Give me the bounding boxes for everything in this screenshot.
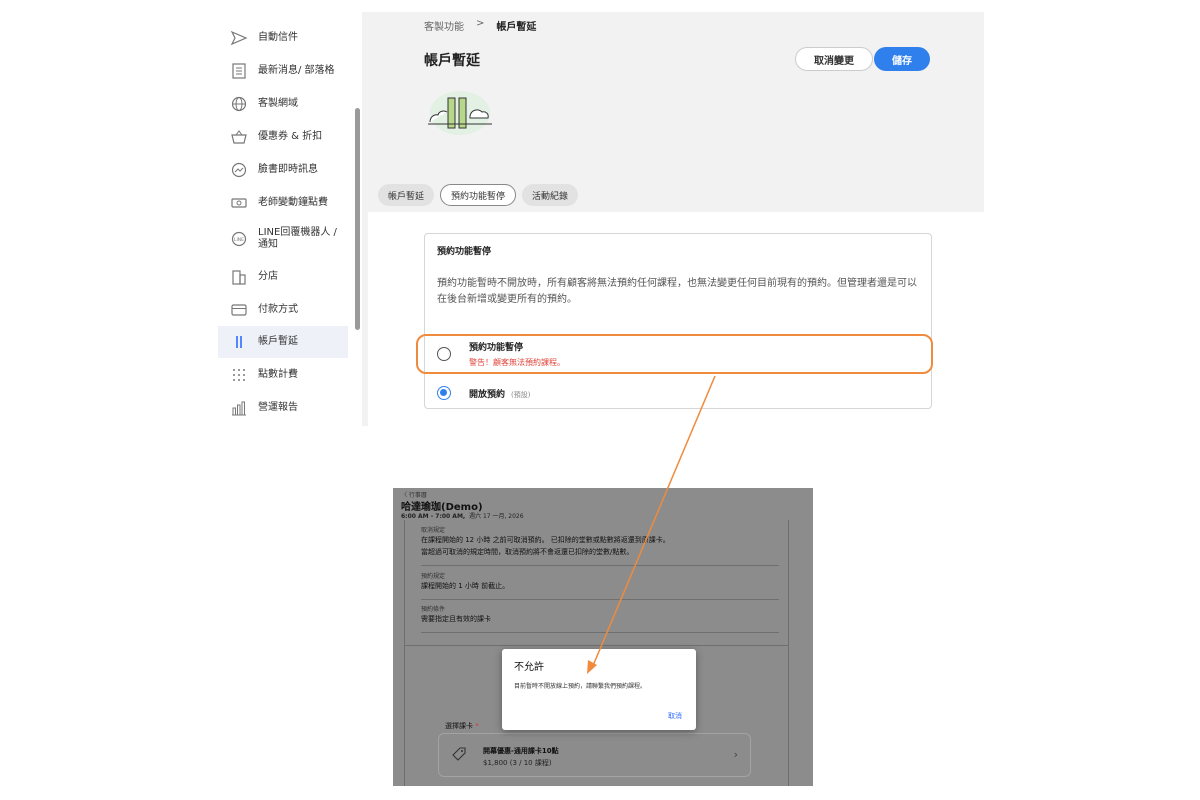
save-button[interactable]: 儲存 — [874, 47, 930, 71]
globe-icon — [230, 95, 248, 113]
tab-activity-log[interactable]: 活動紀錄 — [522, 184, 579, 206]
sidebar-item-label: 分店 — [258, 270, 278, 282]
sidebar-item-payment[interactable]: 付款方式 — [218, 294, 348, 326]
sidebar-item-points[interactable]: 點數計費 — [218, 359, 348, 391]
sidebar-item-account-pause[interactable]: 帳戶暫延 — [218, 326, 348, 358]
pass-price: $1,800 (3 / 10 課程) — [483, 759, 552, 767]
choose-pass-label: 選擇課卡 * — [445, 721, 479, 731]
tab-booking-pause[interactable]: 預約功能暫停 — [440, 184, 517, 206]
dialog-cancel-button[interactable]: 取消 — [668, 711, 682, 721]
sidebar-item-auto-email[interactable]: 自動信件 — [218, 22, 348, 54]
tag-icon — [452, 747, 466, 761]
pause-illustration — [428, 91, 492, 135]
dialog-message: 目前暫時不開放線上預約，請聯繫我們預約課程。 — [514, 683, 647, 690]
sidebar-item-reports[interactable]: 營運報告 — [218, 392, 348, 424]
option-default-tag: (預設) — [511, 390, 531, 399]
class-pass-card[interactable]: 開幕優惠-通用課卡10點 $1,800 (3 / 10 課程) › — [438, 733, 751, 777]
pass-name: 開幕優惠-通用課卡10點 — [483, 747, 559, 755]
sidebar-item-label: 帳戶暫延 — [258, 335, 298, 347]
divider — [421, 632, 779, 633]
sidebar: 自動信件 最新消息/ 部落格 客製網域 優惠券 & 折扣 臉書即時訊息 老師變動… — [212, 12, 362, 426]
booking-pause-card: 預約功能暫停 預約功能暫時不開放時，所有顧客將無法預約任何課程，也無法變更任何目… — [424, 233, 932, 409]
credit-card-icon — [230, 301, 248, 319]
section-text: 在課程開始的 12 小時 之前可取消預約。 已扣除的堂數或點數將返還到原課卡。 — [421, 536, 670, 544]
card-description: 預約功能暫時不開放時，所有顧客將無法預約任何課程，也無法變更任何目前現有的預約。… — [437, 278, 917, 305]
divider — [421, 565, 779, 566]
tab-account-pause[interactable]: 帳戶暫延 — [378, 184, 435, 206]
money-icon — [230, 194, 248, 212]
page-title: 帳戶暫延 — [424, 53, 480, 69]
booking-condition-section: 預約條件 需要指定且有效的課卡 — [421, 604, 779, 625]
sidebar-item-teacher-fee[interactable]: 老師變動鐘點費 — [218, 187, 348, 219]
required-mark: * — [475, 722, 479, 730]
section-text: 需要指定且有效的課卡 — [421, 615, 491, 623]
sidebar-item-label: 自動信件 — [258, 31, 298, 43]
section-heading: 預約規定 — [421, 573, 446, 580]
sidebar-item-label: 老師變動鐘點費 — [258, 196, 328, 208]
dialog-title: 不允許 — [514, 662, 544, 673]
section-text: 當超過可取消的規定時間，取消預約將不會返還已扣除的堂數/點數。 — [421, 548, 634, 556]
section-heading: 取消規定 — [421, 527, 446, 534]
cancel-changes-button[interactable]: 取消變更 — [795, 47, 873, 71]
cancel-policy-section: 取消規定 在課程開始的 12 小時 之前可取消預約。 已扣除的堂數或點數將返還到… — [421, 525, 779, 558]
sidebar-item-line-bot[interactable]: LINE LINE回覆機器人 / 通知 — [218, 222, 348, 256]
breadcrumb-separator-icon: > — [476, 18, 485, 29]
booking-policy-section: 預約規定 課程開始的 1 小時 前截止。 — [421, 571, 779, 592]
sidebar-item-label: 點數計費 — [258, 368, 298, 380]
class-time: 6:00 AM - 7:00 AM, 週六 17 一月, 2026 — [401, 511, 524, 520]
class-date: 週六 17 一月, 2026 — [469, 513, 524, 520]
sidebar-item-label: 最新消息/ 部落格 — [258, 64, 335, 76]
radio-open-booking[interactable] — [437, 386, 451, 400]
building-icon — [230, 268, 248, 286]
sidebar-item-news[interactable]: 最新消息/ 部落格 — [218, 55, 348, 87]
divider — [788, 520, 789, 786]
tab-bar: 帳戶暫延 預約功能暫停 活動紀錄 — [378, 184, 579, 206]
sidebar-item-label: 優惠券 & 折扣 — [258, 130, 323, 142]
sidebar-item-label: 付款方式 — [258, 303, 298, 315]
svg-text:LINE: LINE — [234, 237, 244, 243]
sidebar-item-branches[interactable]: 分店 — [218, 261, 348, 293]
class-time-range: 6:00 AM - 7:00 AM, — [401, 513, 466, 520]
send-icon — [230, 29, 248, 47]
section-text: 課程開始的 1 小時 前截止。 — [421, 582, 510, 590]
sidebar-item-label: 客製網域 — [258, 97, 298, 109]
divider — [404, 520, 405, 786]
annotation-highlight — [416, 334, 933, 374]
sidebar-item-label: 營運報告 — [258, 401, 298, 413]
breadcrumb: 客製功能 > 帳戶暫延 — [424, 18, 536, 33]
not-allowed-dialog: 不允許 目前暫時不開放線上預約，請聯繫我們預約課程。 取消 — [502, 649, 696, 730]
breadcrumb-current: 帳戶暫延 — [496, 22, 537, 33]
bar-chart-icon — [230, 399, 248, 417]
sidebar-item-label: LINE回覆機器人 / 通知 — [258, 226, 337, 251]
chevron-right-icon: › — [733, 748, 738, 761]
option-open-booking[interactable]: 開放預約 (預設) — [437, 386, 530, 400]
tab-content: 預約功能暫停 預約功能暫時不開放時，所有顧客將無法預約任何課程，也無法變更任何目… — [368, 212, 984, 426]
sidebar-item-coupons[interactable]: 優惠券 & 折扣 — [218, 121, 348, 153]
basket-icon — [230, 128, 248, 146]
divider — [404, 645, 788, 646]
breadcrumb-parent[interactable]: 客製功能 — [424, 18, 464, 33]
sidebar-item-domain[interactable]: 客製網域 — [218, 88, 348, 120]
pause-icon — [230, 333, 248, 351]
divider — [421, 599, 779, 600]
choose-pass-text: 選擇課卡 — [445, 722, 473, 730]
line-icon: LINE — [230, 230, 248, 248]
messenger-icon — [230, 161, 248, 179]
section-heading: 預約條件 — [421, 606, 446, 613]
option-label: 開放預約 — [469, 389, 506, 400]
card-title: 預約功能暫停 — [437, 247, 492, 257]
sidebar-scrollbar[interactable] — [355, 108, 360, 330]
newspaper-icon — [230, 62, 248, 80]
dots-grid-icon — [230, 366, 248, 384]
sidebar-item-label: 臉書即時訊息 — [258, 163, 318, 175]
sidebar-item-messenger[interactable]: 臉書即時訊息 — [218, 154, 348, 186]
booking-screenshot: 〈 行事曆 哈達瑜珈(Demo) 6:00 AM - 7:00 AM, 週六 1… — [393, 488, 813, 786]
